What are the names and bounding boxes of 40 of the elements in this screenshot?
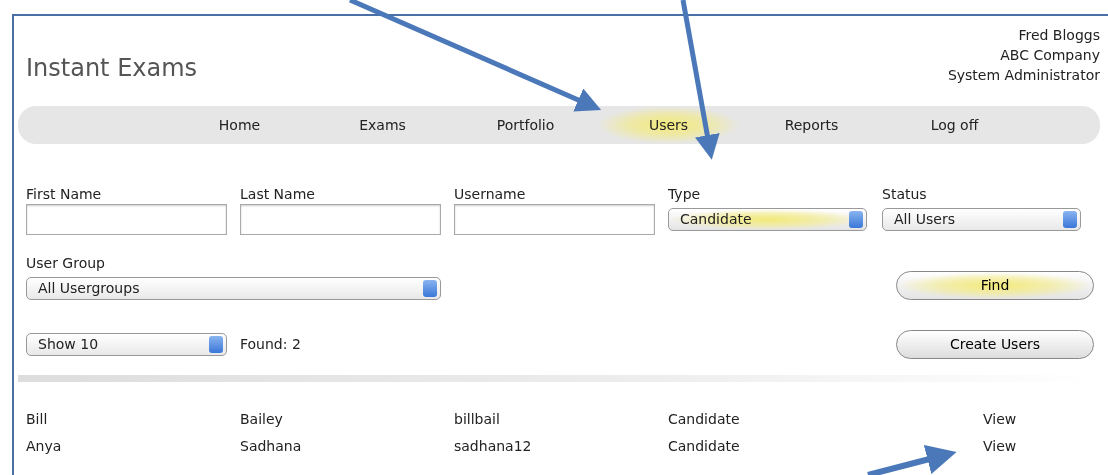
field-label: Username xyxy=(454,185,527,204)
find-button[interactable]: Find xyxy=(896,271,1094,300)
nav-link[interactable]: Log off xyxy=(883,106,1026,144)
text-field[interactable] xyxy=(240,204,441,235)
table-cell-text: Sadhana xyxy=(240,437,303,456)
text-field[interactable] xyxy=(26,204,227,235)
found-count: Found: 2 xyxy=(240,335,301,354)
table-cell-text: Anya xyxy=(26,437,63,456)
user-info-text: Fred Bloggs xyxy=(1017,26,1100,45)
dropdown[interactable]: Candidate xyxy=(668,208,867,231)
table-cell-text: Bill xyxy=(26,410,49,429)
dropdown[interactable]: Show 10 xyxy=(26,333,227,356)
table-cell-text: Candidate xyxy=(668,437,741,456)
text-field[interactable] xyxy=(454,204,655,235)
create-users-button[interactable]: Create Users xyxy=(896,330,1094,359)
field-label: User Group xyxy=(26,254,106,273)
stepper-icon xyxy=(849,211,863,228)
view-link[interactable]: View xyxy=(983,436,1017,457)
dropdown[interactable]: All Users xyxy=(882,208,1081,231)
stepper-icon xyxy=(209,336,223,353)
table-cell-text: Candidate xyxy=(668,410,741,429)
nav-link[interactable]: Reports xyxy=(740,106,883,144)
nav-link[interactable]: Exams xyxy=(311,106,454,144)
nav-link[interactable]: Home xyxy=(168,106,311,144)
dropdown[interactable]: All Usergroups xyxy=(26,277,441,300)
field-label: Type xyxy=(668,185,702,204)
table-cell-text: Bailey xyxy=(240,410,284,429)
stepper-icon xyxy=(423,280,437,297)
nav-link[interactable]: Users xyxy=(597,106,740,144)
stepper-icon xyxy=(1063,211,1077,228)
field-label: Status xyxy=(882,185,928,204)
app-title: Instant Exams xyxy=(26,53,198,84)
user-info-text: System Administrator xyxy=(947,66,1100,85)
field-label: First Name xyxy=(26,185,103,204)
user-info-text: ABC Company xyxy=(999,46,1100,65)
field-label: Last Name xyxy=(240,185,316,204)
view-link[interactable]: View xyxy=(983,409,1017,430)
table-cell-text: billbail xyxy=(454,410,501,429)
table-cell-text: sadhana12 xyxy=(454,437,533,456)
nav-link[interactable]: Portfolio xyxy=(454,106,597,144)
